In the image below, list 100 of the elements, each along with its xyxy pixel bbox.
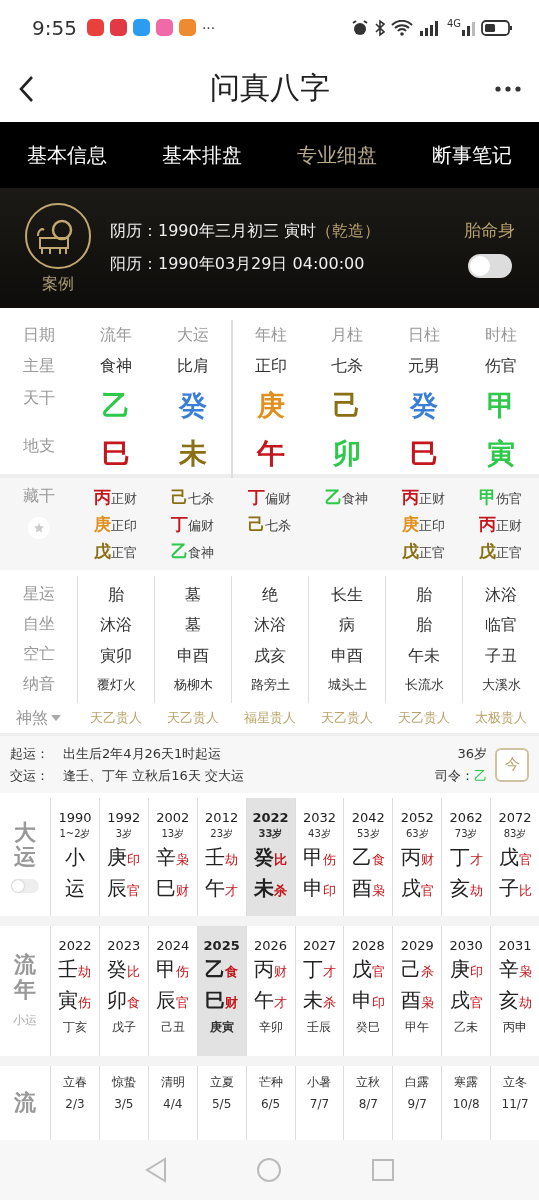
year-column[interactable]: 2026 丙财 午才 辛卯 <box>245 926 295 1056</box>
stem-char: 丁 <box>302 957 323 981</box>
ten-god: 枭 <box>176 852 190 867</box>
stem-char: 癸 <box>254 845 275 869</box>
ten-god: 偏财 <box>265 491 291 506</box>
year-column[interactable]: 2024 甲 伤 辰官 己丑 <box>147 926 197 1056</box>
more-icon[interactable] <box>495 85 521 92</box>
ten-god: 财 <box>176 883 190 898</box>
luck-column[interactable]: 2002 13岁 辛枭 巳财 <box>147 798 197 916</box>
tab[interactable]: 基本信息 <box>27 141 108 169</box>
stem-char: 癸 <box>107 957 128 981</box>
qiyun-text: 逢壬、丁年 立秋后16天 交大运 <box>63 767 244 783</box>
luck-column[interactable]: 2072 83岁 戊官 子比 <box>490 798 539 916</box>
solar-term: 立春 <box>62 1074 87 1091</box>
table-cell: 沐浴 <box>100 615 132 637</box>
age-text: 1~2岁 <box>59 827 91 841</box>
toggle-switch[interactable] <box>11 879 39 894</box>
year-column[interactable]: 2028 戊官 申 印 癸巳 <box>343 926 393 1056</box>
year-column[interactable]: 2030 庚印 戌官 乙未 <box>441 926 491 1056</box>
term-date: 10/8 <box>452 1097 480 1111</box>
home-icon[interactable] <box>256 1157 283 1183</box>
app-icon <box>86 19 104 36</box>
table-cell: 大溪水 <box>481 676 521 695</box>
tab[interactable]: 专业细盘 <box>296 141 377 169</box>
age-text: 33岁 <box>258 827 283 841</box>
app-icon <box>155 19 173 36</box>
year-column[interactable]: 2031 辛枭 亥劫 丙申 <box>490 926 539 1056</box>
ten-god: 枭 <box>420 995 434 1010</box>
branch-char: 戌 <box>400 876 421 900</box>
branch-char: 子 <box>498 876 519 900</box>
solar-term: 惊蛰 <box>111 1074 136 1091</box>
year-column[interactable]: 2023 癸比 卯食 戊子 <box>98 926 148 1056</box>
luck-column[interactable]: 1990 1~2岁 小 运 <box>50 798 99 916</box>
luck-column[interactable]: 2052 63岁 丙财 戌官 <box>392 798 442 916</box>
branch-char: 申 <box>351 988 372 1012</box>
wifi-icon <box>390 19 413 36</box>
year-text: 2027 <box>302 938 336 953</box>
branch-char: 未 <box>254 876 275 900</box>
stem-char: 丙 <box>254 957 275 981</box>
tab[interactable]: 基本排盘 <box>162 141 243 169</box>
hidden-stem: 戊 <box>479 541 496 561</box>
luck-column[interactable]: 2022 33岁 癸比 未杀 <box>245 798 295 916</box>
network-type: 4G <box>446 18 461 29</box>
hidden-stem: 丙 <box>402 487 419 507</box>
hidden-stem: 乙 <box>171 541 188 561</box>
year-text: 2062 <box>449 810 483 825</box>
branch-char: 午 <box>254 988 275 1012</box>
table-cell: 临官 <box>485 615 517 637</box>
more-notifications: ··· <box>201 19 216 36</box>
year-column[interactable]: 2022 壬劫 寅伤 丁亥 <box>50 926 99 1056</box>
stem-char: 壬 <box>205 845 226 869</box>
ten-god: 财 <box>274 964 288 979</box>
hidden-stem: 丙 <box>479 514 496 534</box>
branch-char: 午 <box>205 876 226 900</box>
luck-column[interactable]: 2042 53岁 乙食 酉枭 <box>343 798 393 916</box>
year-text: 2072 <box>498 810 532 825</box>
hidden-stem: 庚 <box>402 514 419 534</box>
app-title: 问真八字 <box>209 69 330 107</box>
solar-term: 清明 <box>160 1074 185 1091</box>
year-text: 2031 <box>498 938 532 953</box>
year-column[interactable]: 2027 丁才 未杀 壬辰 <box>294 926 344 1056</box>
hidden-stem: 戊 <box>402 541 419 561</box>
back-icon[interactable] <box>18 74 34 103</box>
year-text: 2002 <box>156 810 190 825</box>
luck-column[interactable]: 1992 3岁 庚印 辰官 <box>98 798 148 916</box>
ten-god: 官 <box>371 964 385 979</box>
ten-god: 财 <box>225 995 239 1010</box>
hidden-stem: 丁 <box>171 514 188 534</box>
toggle-switch[interactable] <box>467 253 512 278</box>
year-column[interactable]: 2029 己杀 酉枭 甲午 <box>392 926 442 1056</box>
luck-column[interactable]: 2032 43岁 甲 伤 申 印 <box>294 798 344 916</box>
luck-column[interactable]: 2012 23岁 壬劫 午才 <box>196 798 246 916</box>
ten-god: 食 <box>127 995 141 1010</box>
row-label: 纳音 <box>22 673 55 695</box>
heavenly-stem: 癸 <box>178 388 207 424</box>
hidden-stem: 戊 <box>94 541 111 561</box>
branch-char: 申 <box>302 876 323 900</box>
ten-god: 官 <box>469 995 483 1010</box>
minor-luck: 戊子 <box>111 1019 136 1036</box>
stem-char: 壬 <box>58 957 79 981</box>
earthly-branch: 寅 <box>486 436 515 472</box>
luck-column[interactable]: 2062 73岁 丁才 亥劫 <box>441 798 491 916</box>
gender-tag: （乾造） <box>315 221 380 240</box>
solar-term: 寒露 <box>454 1074 479 1091</box>
ten-god: 官 <box>127 883 141 898</box>
year-text: 2022 <box>58 938 92 953</box>
year-text: 2022 <box>252 810 289 825</box>
recents-icon[interactable] <box>372 1159 395 1181</box>
branch-char: 未 <box>302 988 323 1012</box>
ten-god: 才 <box>322 964 336 979</box>
term-date: 11/7 <box>501 1097 529 1111</box>
case-label: 案例 <box>42 273 74 295</box>
tab[interactable]: 断事笔记 <box>431 141 512 169</box>
solar-label: 阳历： <box>110 254 158 273</box>
hidden-stem: 乙 <box>325 487 342 507</box>
year-column[interactable]: 2025 乙食 巳财 庚寅 <box>196 926 246 1056</box>
year-text: 2026 <box>254 938 288 953</box>
row-label: 藏干 <box>22 486 55 507</box>
solar-term: 立秋 <box>356 1074 381 1091</box>
hidden-stem: 己 <box>171 487 188 507</box>
